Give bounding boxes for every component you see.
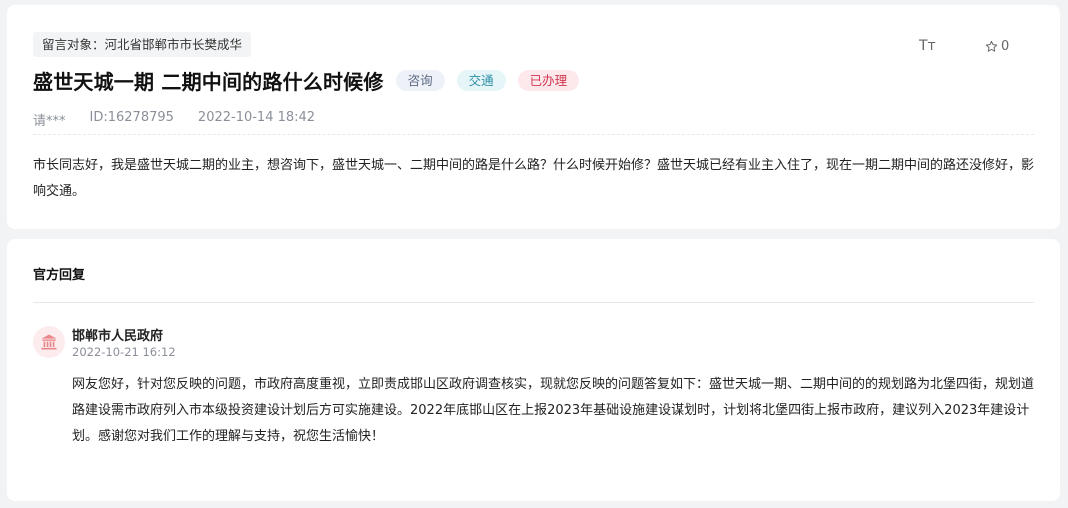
tag-consult[interactable]: 咨询 bbox=[395, 70, 445, 91]
reply-org-name: 邯郸市人民政府 bbox=[72, 329, 164, 344]
message-meta: 请*** ID:16278795 2022-10-14 18:42 bbox=[33, 110, 315, 129]
author-name: 请*** bbox=[33, 114, 66, 129]
message-title: 盛世天城一期 二期中间的路什么时候修 bbox=[33, 70, 384, 94]
favorite-count: 0 bbox=[1001, 39, 1010, 54]
message-content: 市长同志好，我是盛世天城二期的业主，想咨询下，盛世天城一、二期中间的路是什么路？… bbox=[33, 158, 1035, 199]
font-size-icon[interactable]: Tт bbox=[919, 38, 936, 54]
status-badge: 已办理 bbox=[517, 70, 580, 91]
divider bbox=[33, 134, 1034, 135]
avatar bbox=[33, 326, 65, 358]
star-icon bbox=[985, 40, 998, 52]
reply-datetime: 2022-10-21 16:12 bbox=[72, 345, 176, 359]
message-datetime: 2022-10-14 18:42 bbox=[197, 110, 316, 125]
tag-traffic[interactable]: 交通 bbox=[456, 70, 506, 91]
reply-heading: 官方回复 bbox=[33, 268, 86, 283]
divider bbox=[33, 302, 1034, 303]
title-row: 盛世天城一期 二期中间的路什么时候修 咨询 交通 已办理 bbox=[33, 66, 580, 95]
message-target: 留言对象：河北省邯郸市市长樊成华 bbox=[33, 32, 252, 57]
reply-card: 官方回复 邯郸市人民政府 2022-10-21 16:12 网友您好，针对您反映… bbox=[7, 239, 1060, 501]
government-building-icon bbox=[41, 334, 57, 350]
message-card: 留言对象：河北省邯郸市市长樊成华 盛世天城一期 二期中间的路什么时候修 咨询 交… bbox=[7, 5, 1060, 229]
message-id: ID:16278795 bbox=[89, 110, 174, 125]
favorite-button[interactable]: 0 bbox=[985, 39, 1009, 54]
reply-content: 网友您好，针对您反映的问题，市政府高度重视，立即责成邯山区政府调查核实，现就您反… bbox=[72, 377, 1035, 444]
